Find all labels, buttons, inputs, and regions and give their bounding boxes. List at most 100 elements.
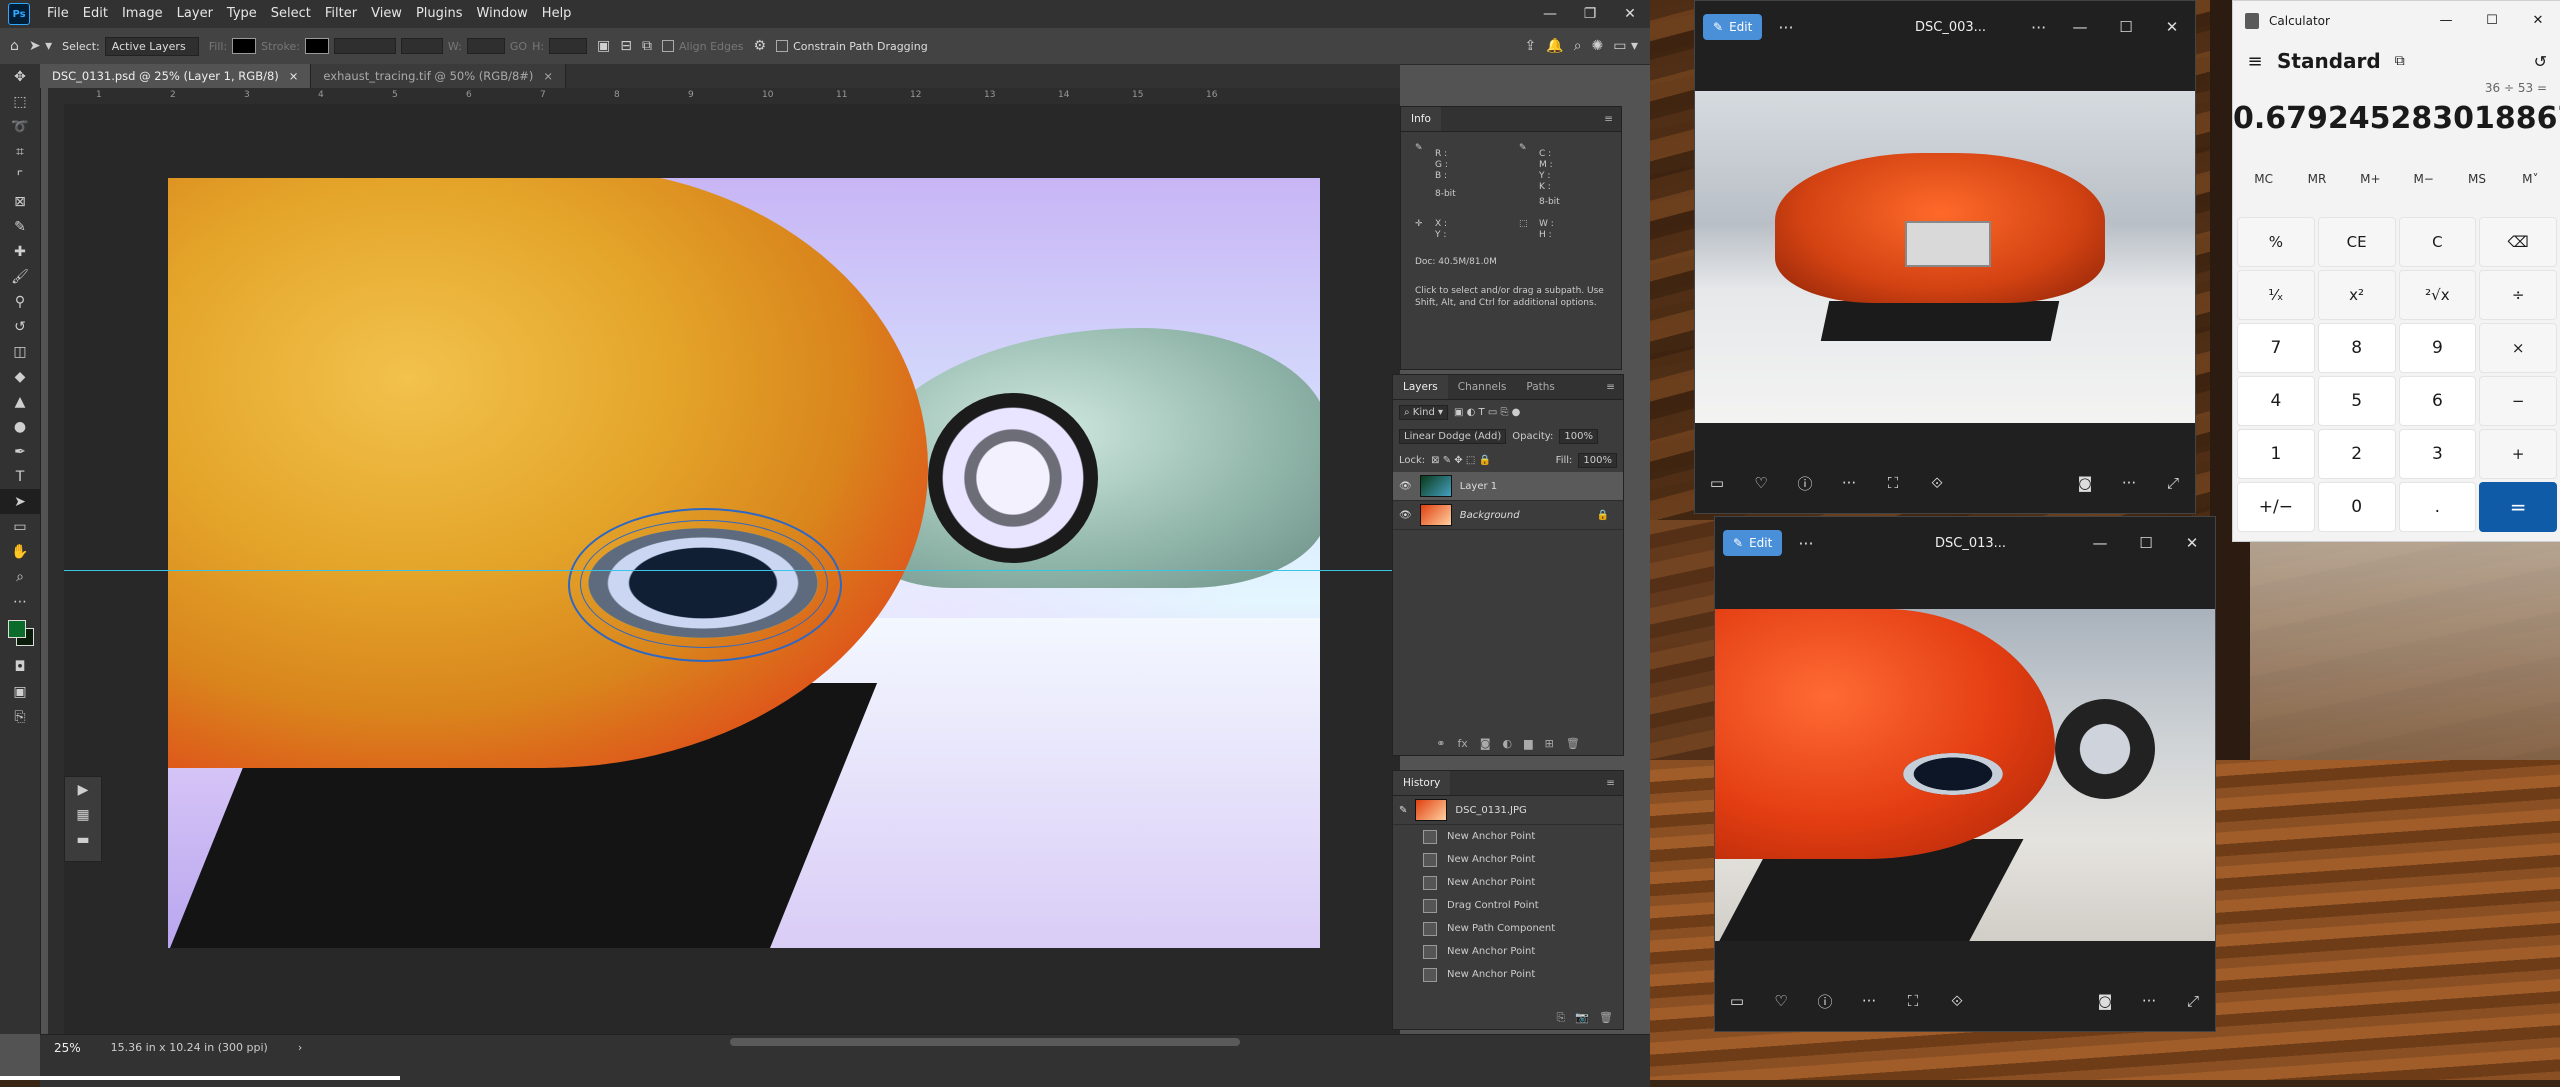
digit-9-button[interactable]: 9 bbox=[2398, 323, 2477, 373]
menu-layer[interactable]: Layer bbox=[170, 0, 220, 28]
close-icon[interactable]: ✕ bbox=[2149, 18, 2195, 36]
edit-button[interactable]: ✎ Edit bbox=[1703, 14, 1763, 40]
screen-mode-icon[interactable]: ▣ bbox=[0, 679, 40, 704]
negate-button[interactable]: +/− bbox=[2237, 482, 2315, 532]
quick-mask-icon[interactable]: ◘ bbox=[0, 654, 40, 679]
blend-mode-dropdown[interactable]: Linear Dodge (Add) bbox=[1399, 428, 1507, 444]
close-icon[interactable]: ✕ bbox=[1610, 0, 1650, 28]
history-brush-icon[interactable]: ✎ bbox=[1399, 805, 1407, 816]
share-icon[interactable]: ⇪ bbox=[1525, 38, 1537, 54]
fill-swatch[interactable] bbox=[232, 38, 257, 54]
opacity-field[interactable]: 100% bbox=[1559, 428, 1598, 444]
new-document-icon[interactable]: ⎘ bbox=[1557, 1011, 1566, 1025]
memory-recall-button[interactable]: MR bbox=[2290, 172, 2343, 186]
more-icon[interactable]: ··· bbox=[2107, 474, 2151, 492]
panel-menu-icon[interactable]: ≡ bbox=[1598, 375, 1623, 399]
camera-icon[interactable]: 📷 bbox=[1575, 1011, 1589, 1025]
fullscreen-icon[interactable]: ⤢ bbox=[2151, 474, 2195, 492]
exhaust-path-inner[interactable] bbox=[580, 520, 828, 648]
maximize-icon[interactable]: ☐ bbox=[2103, 18, 2149, 36]
lasso-tool-icon[interactable]: ➰ bbox=[0, 114, 40, 139]
path-alignment-icon[interactable]: ⊟ bbox=[620, 38, 632, 54]
percent-button[interactable]: % bbox=[2237, 217, 2315, 267]
maximize-icon[interactable]: ☐ bbox=[2123, 534, 2169, 552]
edit-button[interactable]: ✎ Edit bbox=[1723, 530, 1783, 556]
eye-icon[interactable]: 👁 bbox=[1399, 510, 1412, 521]
info-icon[interactable]: ⓘ bbox=[1803, 991, 1847, 1012]
more-tools-icon[interactable]: ⋯ bbox=[0, 589, 40, 614]
more-icon[interactable]: ··· bbox=[1827, 474, 1871, 492]
menu-file[interactable]: File bbox=[40, 0, 76, 28]
memory-store-button[interactable]: MS bbox=[2450, 172, 2503, 186]
history-item[interactable]: New Anchor Point bbox=[1393, 871, 1623, 894]
mask-icon[interactable]: ◙ bbox=[1480, 737, 1491, 750]
digit-8-button[interactable]: 8 bbox=[2317, 323, 2396, 373]
maximize-icon[interactable]: ❐ bbox=[1570, 0, 1610, 28]
hand-tool-icon[interactable]: ✋ bbox=[0, 539, 40, 564]
divide-button[interactable]: ÷ bbox=[2479, 270, 2557, 320]
panel-menu-icon[interactable]: ≡ bbox=[1596, 107, 1621, 131]
path-selection-tool-icon[interactable]: ➤ ▾ bbox=[29, 38, 52, 54]
more-options-icon[interactable]: ··· bbox=[2031, 18, 2046, 37]
paint-bucket-tool-icon[interactable]: ◆ bbox=[0, 364, 40, 389]
tab-paths[interactable]: Paths bbox=[1516, 375, 1565, 399]
menu-edit[interactable]: Edit bbox=[76, 0, 115, 28]
path-selection-tool-icon[interactable]: ➤ bbox=[0, 489, 40, 514]
favorite-icon[interactable]: ♡ bbox=[1759, 992, 1803, 1010]
tab-history[interactable]: History bbox=[1393, 771, 1451, 795]
canvas-area[interactable] bbox=[64, 104, 1400, 1034]
menu-image[interactable]: Image bbox=[115, 0, 170, 28]
memory-subtract-button[interactable]: M− bbox=[2397, 172, 2450, 186]
width-field[interactable] bbox=[466, 38, 505, 54]
menu-plugins[interactable]: Plugins bbox=[409, 0, 470, 28]
info-icon[interactable]: ⓘ bbox=[1783, 473, 1827, 494]
keep-on-top-icon[interactable]: ⧉ bbox=[2395, 53, 2405, 69]
filmstrip-icon[interactable]: ▭ bbox=[1715, 992, 1759, 1010]
foreground-color-swatch[interactable] bbox=[8, 620, 26, 638]
tab-exhaust-tracing[interactable]: exhaust_tracing.tif @ 50% (RGB/8#) × bbox=[311, 64, 567, 88]
clear-entry-button[interactable]: CE bbox=[2317, 217, 2396, 267]
lock-icons[interactable]: ⊠ ✎ ✥ ⬚ 🔒 bbox=[1431, 455, 1491, 466]
home-icon[interactable]: ⌂ bbox=[10, 38, 19, 54]
layer-row[interactable]: 👁 Background 🔒 bbox=[1393, 501, 1623, 530]
color-swatches[interactable] bbox=[0, 614, 40, 654]
history-item[interactable]: New Anchor Point bbox=[1393, 825, 1623, 848]
horizontal-guide[interactable] bbox=[64, 570, 1400, 571]
constrain-path-checkbox[interactable] bbox=[776, 40, 789, 52]
tab-layers[interactable]: Layers bbox=[1393, 375, 1448, 399]
eraser-tool-icon[interactable]: ◫ bbox=[0, 339, 40, 364]
clear-button[interactable]: C bbox=[2398, 217, 2477, 267]
menu-select[interactable]: Select bbox=[264, 0, 318, 28]
horizontal-scrollbar[interactable] bbox=[730, 1038, 1240, 1046]
layer-row[interactable]: 👁 Layer 1 bbox=[1393, 472, 1623, 501]
square-button[interactable]: x² bbox=[2317, 270, 2396, 320]
memory-clear-button[interactable]: MC bbox=[2237, 172, 2290, 186]
dodge-tool-icon[interactable]: ● bbox=[0, 414, 40, 439]
panel-menu-icon[interactable]: ≡ bbox=[1598, 771, 1623, 795]
digit-0-button[interactable]: 0 bbox=[2317, 482, 2396, 532]
edit-toolbar-icon[interactable]: ⎘ bbox=[0, 704, 40, 729]
path-operations-icon[interactable]: ▣ bbox=[597, 38, 610, 54]
move-tool-icon[interactable]: ✥ bbox=[0, 64, 40, 89]
stroke-swatch[interactable] bbox=[304, 38, 329, 54]
eyedropper-tool-icon[interactable]: ✎ bbox=[0, 214, 40, 239]
type-tool-icon[interactable]: T bbox=[0, 464, 40, 489]
search-icon[interactable]: ⌕ bbox=[1574, 38, 1582, 54]
zoom-icon[interactable]: ◙ bbox=[2083, 992, 2127, 1010]
history-brush-tool-icon[interactable]: ↺ bbox=[0, 314, 40, 339]
history-item[interactable]: Drag Control Point bbox=[1393, 894, 1623, 917]
multiply-button[interactable]: × bbox=[2479, 323, 2557, 373]
minimize-icon[interactable]: — bbox=[2077, 534, 2123, 552]
pen-tool-icon[interactable]: ✒ bbox=[0, 439, 40, 464]
frame-tool-icon[interactable]: ⊠ bbox=[0, 189, 40, 214]
fx-icon[interactable]: fx bbox=[1457, 737, 1467, 750]
digit-4-button[interactable]: 4 bbox=[2237, 376, 2315, 426]
history-item[interactable]: New Anchor Point bbox=[1393, 940, 1623, 963]
more-options-icon[interactable]: ··· bbox=[1778, 18, 1793, 37]
history-item[interactable]: New Anchor Point bbox=[1393, 848, 1623, 871]
decimal-button[interactable]: . bbox=[2398, 482, 2477, 532]
close-icon[interactable]: ✕ bbox=[2169, 534, 2215, 552]
digit-2-button[interactable]: 2 bbox=[2317, 429, 2396, 479]
tab-channels[interactable]: Channels bbox=[1448, 375, 1517, 399]
more-options-icon[interactable]: ··· bbox=[1798, 534, 1813, 553]
